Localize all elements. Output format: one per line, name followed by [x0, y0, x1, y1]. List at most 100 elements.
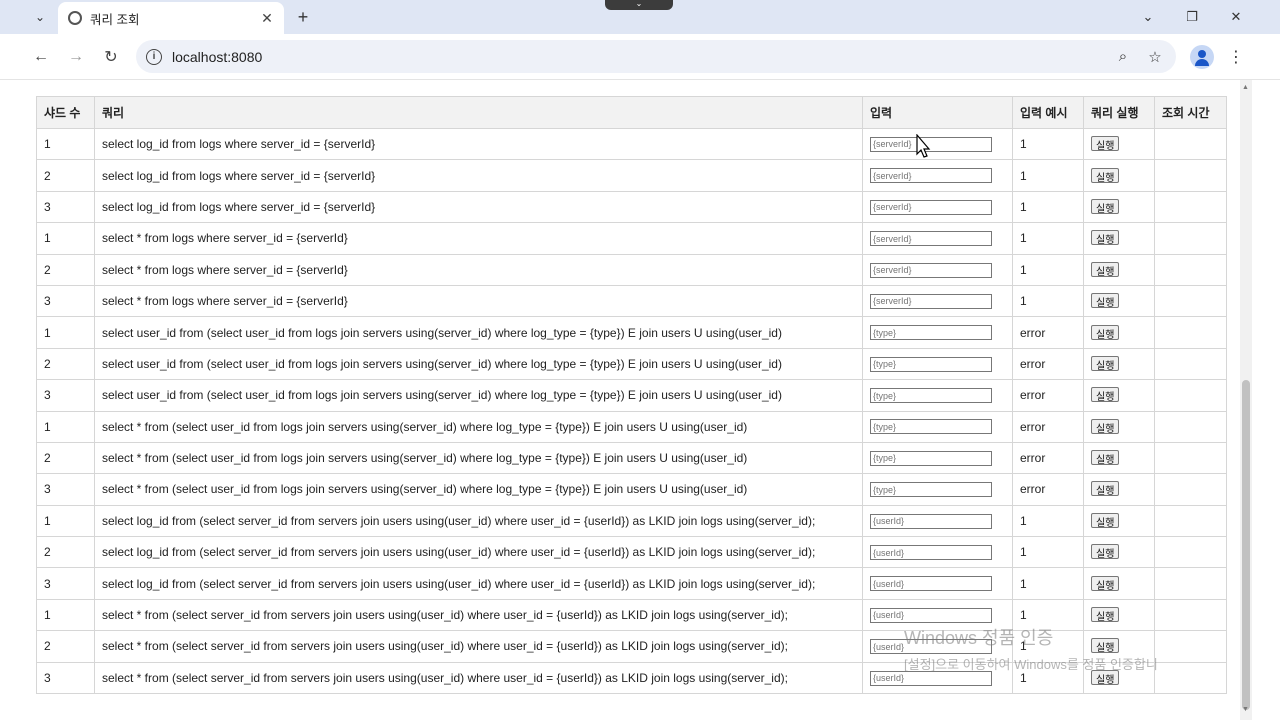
run-cell: 실행: [1083, 661, 1155, 695]
input-example-cell: error: [1012, 410, 1084, 443]
input-example-cell: 1: [1012, 630, 1084, 663]
query-cell: select log_id from (select server_id fro…: [94, 504, 863, 538]
run-query-button[interactable]: 실행: [1091, 261, 1120, 278]
scroll-up-icon[interactable]: ▲: [1242, 84, 1249, 91]
star-icon[interactable]: ☆: [1144, 46, 1166, 68]
run-query-button[interactable]: 실행: [1091, 669, 1120, 686]
forward-button[interactable]: →: [63, 44, 89, 70]
query-param-input[interactable]: [870, 388, 992, 404]
input-example-cell: 1: [1012, 253, 1084, 286]
run-query-button[interactable]: 실행: [1091, 136, 1120, 152]
shard-count-cell: 3: [36, 567, 95, 600]
run-query-button[interactable]: 실행: [1091, 575, 1120, 592]
table-row: 1 select log_id from (select server_id fr…: [36, 504, 1227, 538]
query-cell: select user_id from (select user_id from…: [94, 316, 863, 349]
scrollbar-thumb[interactable]: [1242, 380, 1250, 710]
input-cell: [862, 159, 1013, 192]
tab-title: 쿼리 조회: [90, 12, 140, 27]
query-param-input[interactable]: [870, 670, 992, 686]
run-query-button[interactable]: 실행: [1091, 481, 1120, 497]
run-query-button[interactable]: 실행: [1091, 230, 1120, 246]
input-cell: [862, 504, 1013, 538]
profile-icon[interactable]: [1190, 45, 1214, 69]
query-param-input[interactable]: [870, 231, 992, 247]
run-query-button[interactable]: 실행: [1091, 544, 1120, 560]
run-query-button[interactable]: 실행: [1091, 167, 1120, 184]
tab-search-button[interactable]: ⌄: [28, 6, 52, 28]
query-time-cell: [1154, 441, 1227, 475]
forward-arrow-icon: →: [68, 48, 84, 65]
tab-active[interactable]: 쿼리 조회 ✕: [58, 2, 284, 34]
address-bar[interactable]: i localhost:8080 ⌕ ☆: [136, 40, 1176, 73]
shard-count-cell: 1: [36, 127, 95, 161]
input-example-cell: error: [1012, 379, 1084, 412]
chevron-down-icon[interactable]: ⌄: [1136, 6, 1160, 28]
query-param-input[interactable]: [870, 576, 992, 592]
shard-count-cell: 2: [36, 630, 95, 663]
header-shard-count: 샤드 수: [36, 96, 95, 129]
url-text[interactable]: localhost:8080: [172, 49, 1112, 65]
table-row: 2 select user_id from (select user_id fro…: [36, 347, 1227, 381]
close-window-button[interactable]: ✕: [1224, 6, 1248, 28]
query-param-input[interactable]: [870, 607, 992, 623]
query-param-input[interactable]: [870, 419, 992, 435]
new-tab-button[interactable]: +: [292, 6, 314, 28]
run-cell: 실행: [1083, 473, 1155, 506]
query-cell: select * from logs where server_id = {se…: [94, 222, 863, 255]
run-query-button[interactable]: 실행: [1091, 324, 1120, 341]
query-param-input[interactable]: [870, 513, 992, 529]
query-param-input[interactable]: [870, 325, 992, 341]
input-example-cell: 1: [1012, 222, 1084, 255]
query-param-input[interactable]: [870, 545, 992, 561]
query-param-input[interactable]: [870, 168, 992, 184]
run-query-button[interactable]: 실행: [1091, 638, 1120, 654]
query-time-cell: [1154, 661, 1227, 695]
query-param-input[interactable]: [870, 639, 992, 655]
shard-count-cell: 3: [36, 190, 95, 224]
run-query-button[interactable]: 실행: [1091, 450, 1120, 466]
run-query-button[interactable]: 실행: [1091, 198, 1120, 215]
query-time-cell: [1154, 598, 1227, 632]
run-cell: 실행: [1083, 630, 1155, 663]
query-param-input[interactable]: [870, 199, 992, 215]
reload-button[interactable]: ↻: [98, 44, 124, 70]
page-scrollbar[interactable]: ▲ ▼: [1240, 80, 1252, 720]
table-row: 2 select * from (select user_id from logs…: [36, 441, 1227, 475]
run-query-button[interactable]: 실행: [1091, 293, 1120, 309]
run-query-button[interactable]: 실행: [1091, 387, 1120, 403]
run-query-button[interactable]: 실행: [1091, 418, 1120, 435]
more-vert-icon[interactable]: ⋮: [1226, 46, 1246, 68]
input-cell: [862, 536, 1013, 569]
query-table: 샤드 수 쿼리 입력 입력 예시 쿼리 실행 조회 시간 1 select log…: [36, 96, 1227, 695]
run-query-button[interactable]: 실행: [1091, 607, 1120, 623]
run-cell: 실행: [1083, 347, 1155, 381]
query-param-input[interactable]: [870, 356, 992, 372]
header-query-time: 조회 시간: [1154, 96, 1227, 129]
scroll-down-icon[interactable]: ▼: [1242, 706, 1249, 713]
profile-head: [1198, 50, 1206, 58]
restore-icon[interactable]: ❐: [1180, 6, 1204, 28]
query-cell: select log_id from logs where server_id …: [94, 127, 863, 161]
run-query-button[interactable]: 실행: [1091, 512, 1120, 529]
query-param-input[interactable]: [870, 293, 992, 309]
info-icon[interactable]: i: [146, 48, 162, 65]
shard-count-cell: 1: [36, 222, 95, 255]
query-cell: select log_id from (select server_id fro…: [94, 567, 863, 600]
zoom-icon[interactable]: ⌕: [1112, 46, 1134, 68]
table-row: 2 select * from logs where server_id = {s…: [36, 253, 1227, 286]
close-icon: ✕: [1230, 9, 1242, 24]
run-cell: 실행: [1083, 159, 1155, 192]
query-cell: select * from (select server_id from ser…: [94, 661, 863, 695]
query-param-input[interactable]: [870, 136, 992, 152]
query-cell: select user_id from (select user_id from…: [94, 347, 863, 381]
run-query-button[interactable]: 실행: [1091, 355, 1120, 372]
query-param-input[interactable]: [870, 262, 992, 278]
notification-pill[interactable]: ⌄: [605, 0, 673, 10]
query-param-input[interactable]: [870, 482, 992, 498]
close-icon[interactable]: ✕: [258, 9, 276, 27]
query-time-cell: [1154, 316, 1227, 349]
input-cell: [862, 441, 1013, 475]
query-param-input[interactable]: [870, 450, 992, 466]
query-cell: select log_id from (select server_id fro…: [94, 536, 863, 569]
back-button[interactable]: ←: [28, 44, 54, 70]
